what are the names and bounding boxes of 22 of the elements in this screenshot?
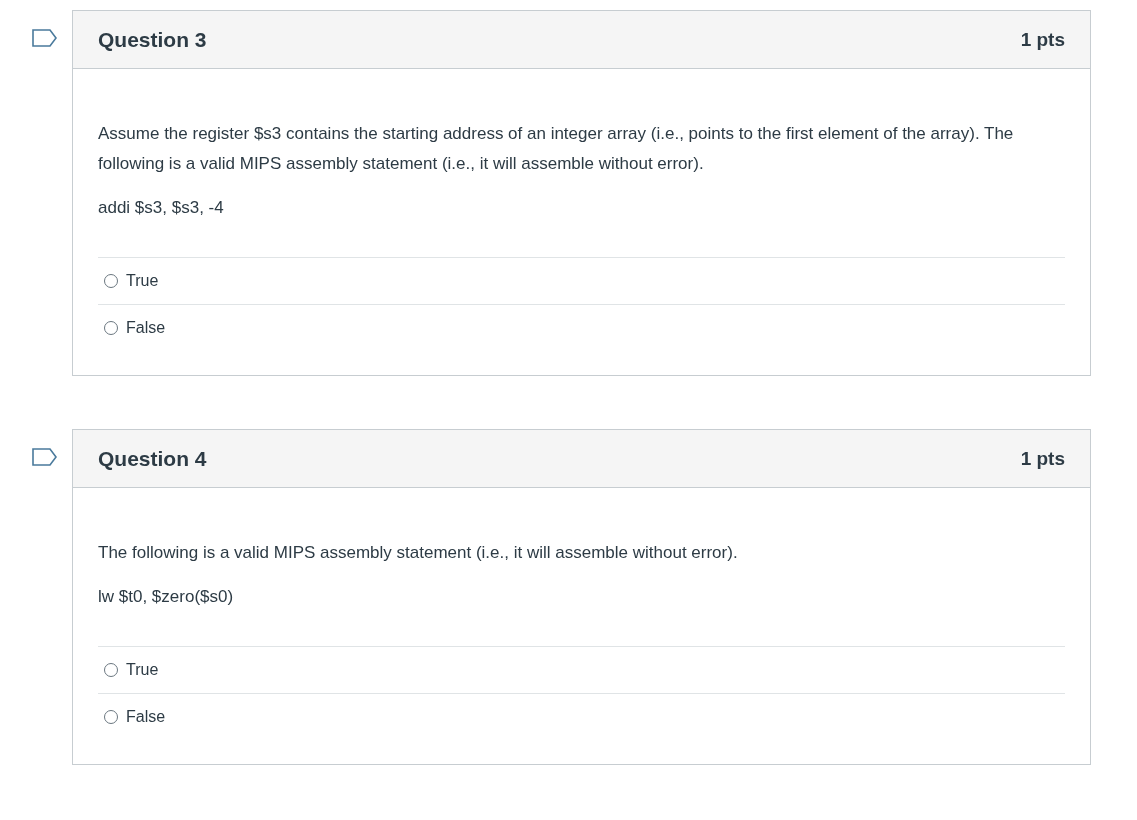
answer-label: False <box>126 708 166 726</box>
answer-option[interactable]: False <box>98 693 1065 740</box>
question-text: lw $t0, $zero($s0) <box>98 586 235 608</box>
answer-option[interactable]: True <box>98 646 1065 693</box>
question-title: Question 3 <box>98 27 207 52</box>
answer-label: True <box>126 272 159 290</box>
answer-label: True <box>126 661 159 679</box>
answer-option[interactable]: False <box>98 304 1065 351</box>
flag-icon[interactable] <box>32 29 58 47</box>
answer-option[interactable]: True <box>98 257 1065 304</box>
question-text: addi $s3, $s3, -4 <box>98 197 225 219</box>
radio-button[interactable] <box>104 663 118 677</box>
question-title: Question 4 <box>98 446 207 471</box>
radio-button[interactable] <box>104 321 118 335</box>
question-points: 1 pts <box>1020 447 1065 470</box>
radio-button[interactable] <box>104 274 118 288</box>
answer-label: False <box>126 319 166 337</box>
question-text: Assume the register $s3 contains the starting address of an integer array (i.e., points to the first element of the array). The following is a valid MIPS assembly statement (i.e., it will assemble without error). <box>98 123 1015 175</box>
radio-button[interactable] <box>104 710 118 724</box>
question-text: The following is a valid MIPS assembly statement (i.e., it will assemble without error). <box>98 542 739 564</box>
flag-icon[interactable] <box>32 448 58 466</box>
question-points: 1 pts <box>1020 28 1065 51</box>
